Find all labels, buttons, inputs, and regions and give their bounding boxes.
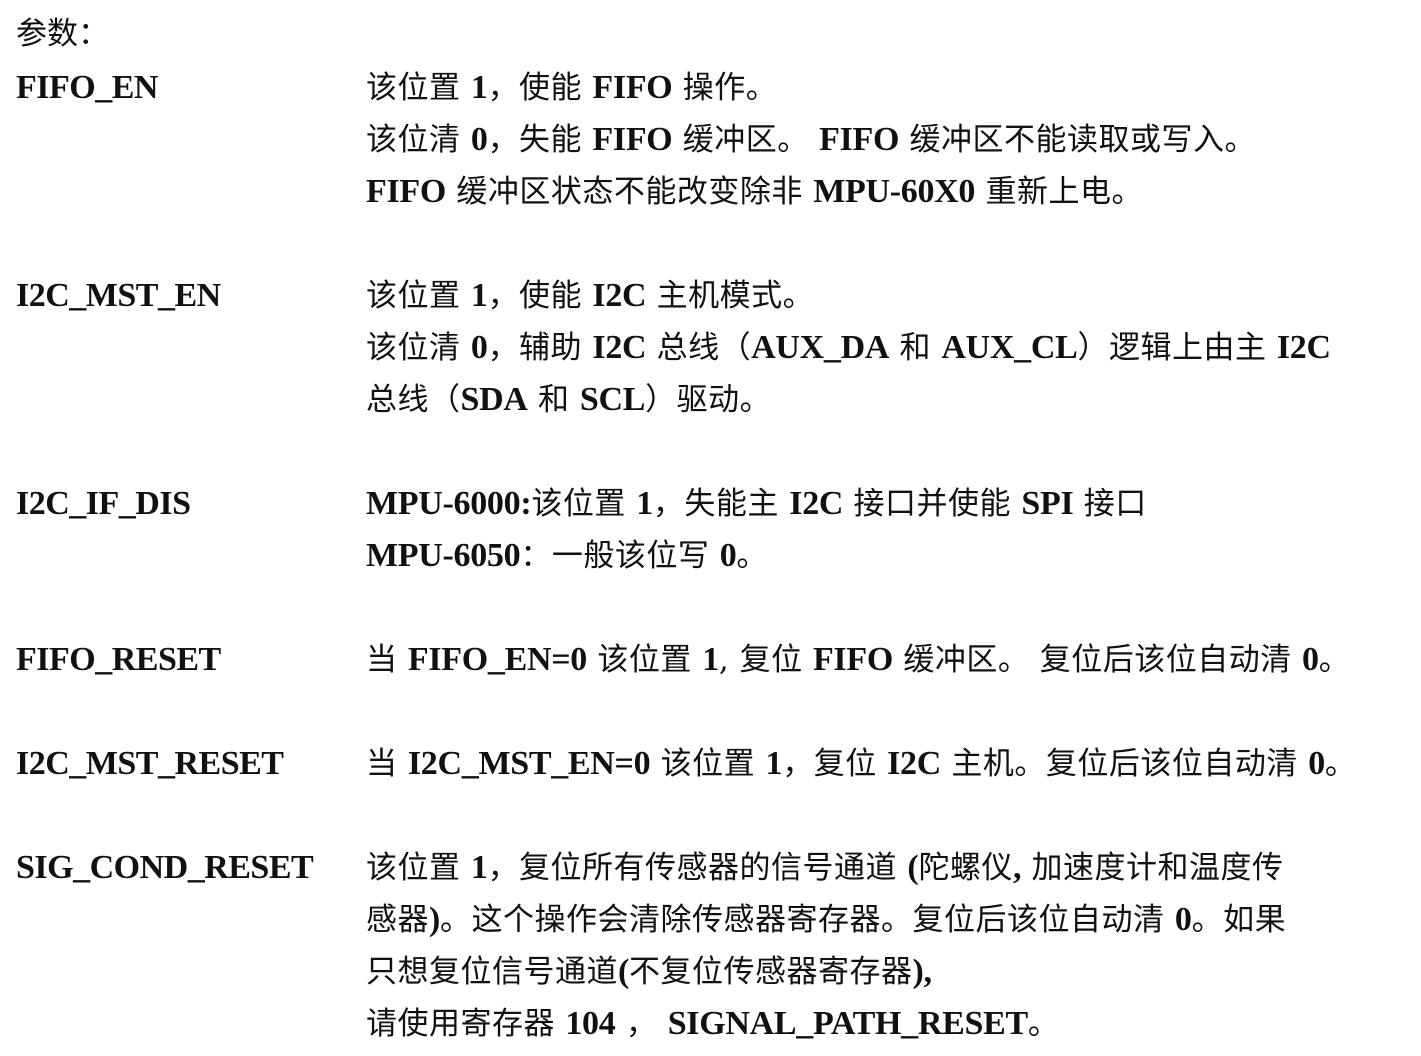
bold-term: 1 (470, 69, 488, 106)
bold-term: 1 (470, 849, 488, 886)
bold-term: FIFO (592, 69, 673, 106)
bold-term: 0 (1308, 745, 1325, 782)
bold-term: AUX_CL (941, 329, 1078, 366)
bold-term: I2C (789, 485, 844, 522)
param-name: FIFO_RESET (16, 641, 221, 678)
param-name: I2C_MST_RESET (16, 745, 284, 782)
param-description: 该位置 1，复位所有传感器的信号通道 (陀螺仪, 加速度计和温度传 感器)。这个操… (366, 842, 1406, 1050)
description-line: 该位清 0，失能 FIFO 缓冲区。 FIFO 缓冲区不能读取或写入。 (366, 121, 1257, 158)
description-line: 感器)。这个操作会清除传感器寄存器。复位后该位自动清 0。如果 (366, 901, 1287, 938)
param-description: 该位置 1，使能 I2C 主机模式。该位清 0，辅助 I2C 总线（AUX_DA… (366, 270, 1406, 426)
bold-term: FIFO (366, 173, 447, 210)
description-line: MPU-6050：一般该位写 0。 (366, 537, 768, 574)
bold-term: 0 (1174, 901, 1192, 938)
bold-term: 0 (1302, 641, 1319, 678)
bold-term: FIFO_EN=0 (407, 641, 587, 678)
bold-term: 1 (636, 485, 653, 522)
description-line: 只想复位信号通道(不复位传感器寄存器), (366, 953, 933, 990)
description-line: 当 FIFO_EN=0 该位置 1, 复位 FIFO 缓冲区。 复位后该位自动清… (366, 641, 1351, 678)
description-line: 该位置 1，使能 I2C 主机模式。 (366, 277, 815, 314)
bold-term: MPU-6050 (366, 537, 521, 574)
parameters-heading: 参数： (16, 16, 109, 52)
bold-term: , (1012, 849, 1022, 886)
bold-term: ) (429, 901, 441, 938)
description-line: MPU-6000:该位置 1，失能主 I2C 接口并使能 SPI 接口 (366, 485, 1147, 522)
description-line: 该位置 1，复位所有传感器的信号通道 (陀螺仪, 加速度计和温度传 (366, 849, 1284, 886)
param-name: I2C_IF_DIS (16, 485, 191, 522)
bold-term: 1 (765, 745, 783, 782)
param-description: 当 I2C_MST_EN=0 该位置 1，复位 I2C 主机。复位后该位自动清 … (366, 738, 1406, 790)
bold-term: ), (912, 953, 933, 990)
param-name: FIFO_EN (16, 69, 158, 106)
description-line: 总线（SDA 和 SCL）驱动。 (366, 381, 772, 418)
bold-term: FIFO (819, 121, 900, 158)
bold-term: 0 (470, 329, 488, 366)
bold-term: 0 (719, 537, 737, 574)
param-description: MPU-6000:该位置 1，失能主 I2C 接口并使能 SPI 接口 MPU-6… (366, 478, 1406, 582)
bold-term: SPI (1021, 485, 1074, 522)
description-line: 请使用寄存器 104 ， SIGNAL_PATH_RESET。 (366, 1005, 1060, 1042)
param-name: SIG_COND_RESET (16, 849, 314, 886)
description-line: 该位置 1，使能 FIFO 操作。 (366, 69, 778, 106)
bold-term: ( (618, 953, 630, 990)
bold-term: ( (907, 849, 919, 886)
bold-term: 0 (470, 121, 488, 158)
param-description: 该位置 1，使能 FIFO 操作。该位清 0，失能 FIFO 缓冲区。 FIFO… (366, 62, 1406, 218)
bold-term: SDA (460, 381, 528, 418)
description-line: 当 I2C_MST_EN=0 该位置 1，复位 I2C 主机。复位后该位自动清 … (366, 745, 1357, 782)
bold-term: SCL (579, 381, 646, 418)
description-line: FIFO 缓冲区状态不能改变除非 MPU-60X0 重新上电。 (366, 173, 1143, 210)
param-description: 当 FIFO_EN=0 该位置 1, 复位 FIFO 缓冲区。 复位后该位自动清… (366, 634, 1406, 686)
bold-term: AUX_DA (751, 329, 890, 366)
bold-term: MPU-6000: (366, 485, 532, 522)
bold-term: I2C (1276, 329, 1331, 366)
bold-term: 104 (565, 1005, 616, 1042)
bold-term: I2C_MST_EN=0 (407, 745, 651, 782)
document-page: 参数： FIFO_EN 该位置 1，使能 FIFO 操作。该位清 0，失能 FI… (16, 0, 1411, 1056)
bold-term: MPU-60X0 (813, 173, 976, 210)
bold-term: I2C (592, 277, 647, 314)
bold-term: FIFO (812, 641, 893, 678)
bold-term: SIGNAL_PATH_RESET (667, 1005, 1028, 1042)
param-name: I2C_MST_EN (16, 277, 221, 314)
bold-term: I2C (887, 745, 941, 782)
bold-term: 1 (702, 641, 719, 678)
bold-term: FIFO (592, 121, 673, 158)
bold-term: 1 (470, 277, 488, 314)
bold-term: I2C (592, 329, 647, 366)
description-line: 该位清 0，辅助 I2C 总线（AUX_DA 和 AUX_CL）逻辑上由主 I2… (366, 329, 1331, 366)
